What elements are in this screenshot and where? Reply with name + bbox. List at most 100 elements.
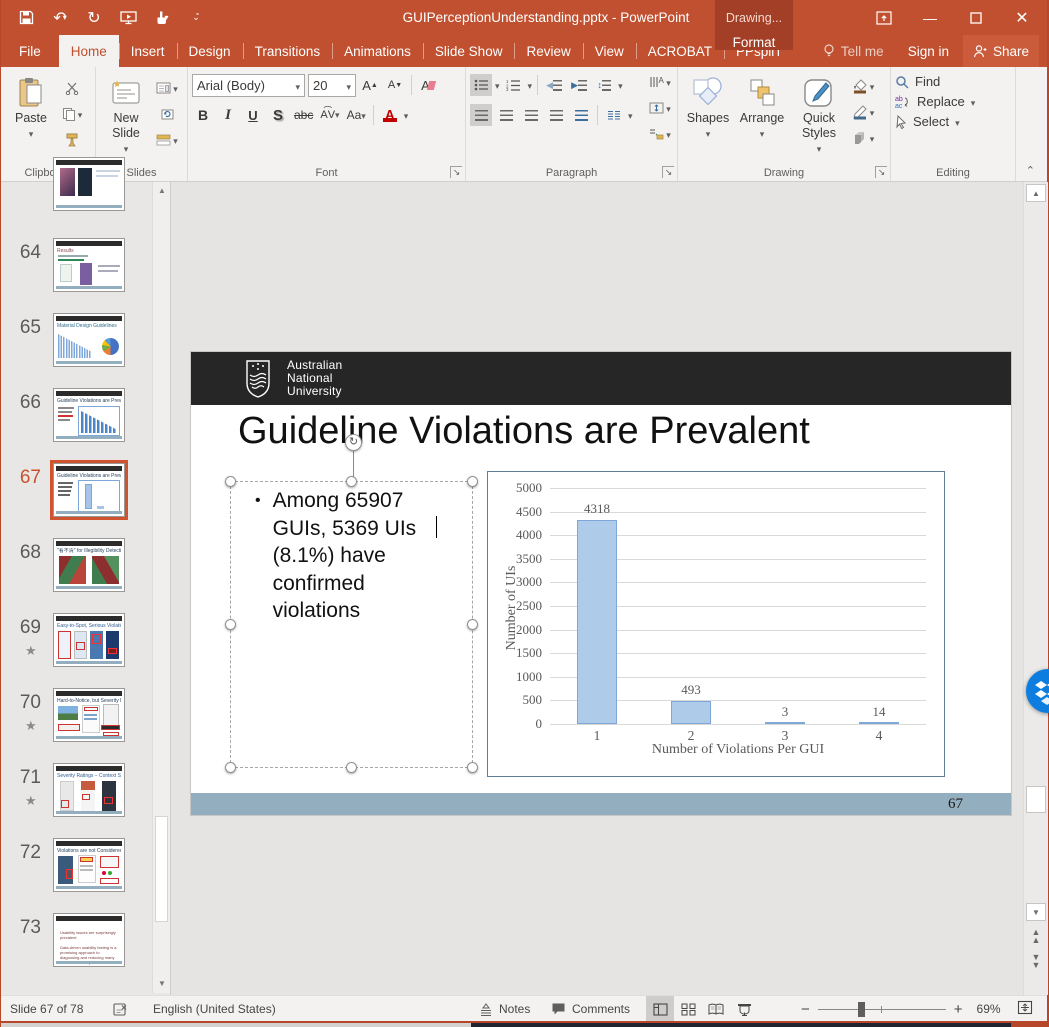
shape-outline-dropdown-icon[interactable] <box>870 103 875 121</box>
tell-me-box[interactable]: Tell me <box>813 35 894 67</box>
font-size-dropdown-icon[interactable] <box>346 78 351 93</box>
ribbon-display-options-icon[interactable] <box>861 0 907 35</box>
zoom-in-button[interactable]: + <box>954 1001 963 1018</box>
tab-file[interactable]: File <box>1 35 59 67</box>
font-color-button[interactable]: A <box>379 104 401 126</box>
resize-handle-top-right[interactable] <box>467 476 478 487</box>
collapse-ribbon-icon[interactable]: ⌃ <box>1026 164 1035 177</box>
thumbnail-slide-70[interactable]: 70★ Hard-to-Notice, but Severity Ratings… <box>1 688 147 764</box>
resize-handle-middle-left[interactable] <box>225 619 236 630</box>
section-button[interactable] <box>154 129 180 151</box>
tab-format[interactable]: Format <box>715 35 793 50</box>
thumbnail-slide-64[interactable]: 64★ Results <box>1 238 147 314</box>
tab-animations[interactable]: Animations <box>332 35 423 67</box>
replace-dropdown-icon[interactable] <box>971 94 976 109</box>
convert-smartart-button[interactable] <box>647 123 673 145</box>
section-dropdown-icon[interactable] <box>173 131 178 149</box>
fit-slide-to-window-icon[interactable] <box>1017 1000 1033 1018</box>
tab-acrobat[interactable]: ACROBAT <box>636 35 724 67</box>
thumbnail-scroll-down-icon[interactable]: ▼ <box>154 976 170 992</box>
shapes-dropdown-icon[interactable] <box>706 126 711 142</box>
font-dialog-launcher-icon[interactable]: ↘ <box>450 166 462 178</box>
thumbnail-slide-73[interactable]: 73★ Usability issues are surprisingly pr… <box>1 913 147 989</box>
resize-handle-bottom-left[interactable] <box>225 762 236 773</box>
layout-dropdown-icon[interactable] <box>173 79 178 97</box>
decrease-indent-button[interactable]: ◀ <box>543 74 565 96</box>
font-name-dropdown-icon[interactable] <box>295 78 300 93</box>
shape-fill-dropdown-icon[interactable] <box>870 77 875 95</box>
language-indicator[interactable]: English (United States) <box>153 996 276 1022</box>
layout-button[interactable] <box>154 77 180 99</box>
chart-bar[interactable] <box>577 520 617 724</box>
quick-styles-dropdown-icon[interactable] <box>817 141 822 157</box>
line-spacing-button[interactable]: ↕ <box>593 74 615 96</box>
thumbnail-slide-66[interactable]: 66★ Guideline Violations are Prevalent <box>1 388 147 464</box>
smartart-dropdown-icon[interactable] <box>666 125 671 143</box>
vertical-scrollbar[interactable]: ▲ ▼ ▲▲ ▼▼ <box>1023 182 1048 995</box>
bold-button[interactable]: B <box>192 104 214 126</box>
arrange-button[interactable]: Arrange <box>736 71 788 161</box>
chart-bar[interactable] <box>671 701 711 724</box>
tab-review[interactable]: Review <box>514 35 582 67</box>
arrange-dropdown-icon[interactable] <box>760 126 765 142</box>
align-text-dropdown-icon[interactable] <box>666 99 671 117</box>
bullets-button[interactable] <box>470 74 492 96</box>
distribute-button[interactable] <box>570 104 592 126</box>
thumbnail-scrollbar[interactable]: ▲ ▼ <box>152 182 170 993</box>
columns-button[interactable] <box>603 104 625 126</box>
rotate-handle[interactable]: ↻ <box>345 434 362 451</box>
shape-fill-button[interactable] <box>850 75 876 97</box>
shapes-button[interactable]: Shapes <box>682 71 734 161</box>
reading-view-button[interactable] <box>702 996 730 1022</box>
resize-handle-bottom-center[interactable] <box>346 762 357 773</box>
resize-handle-middle-right[interactable] <box>467 619 478 630</box>
sign-in-link[interactable]: Sign in <box>898 35 959 67</box>
new-slide-dropdown-icon[interactable] <box>124 141 129 157</box>
thumbnail-slide-67-selected[interactable]: 67★ Guideline Violations are Prevalent <box>1 463 147 539</box>
align-right-button[interactable] <box>520 104 542 126</box>
thumbnail-slide-71[interactable]: 71★ Severity Ratings – Context Sensitive <box>1 763 147 839</box>
resize-handle-bottom-right[interactable] <box>467 762 478 773</box>
thumbnail-slide-63[interactable] <box>1 183 147 212</box>
next-slide-button[interactable]: ▼▼ <box>1028 953 1044 969</box>
character-spacing-button[interactable]: A︠V︡ <box>318 104 341 126</box>
shape-outline-button[interactable] <box>850 101 876 123</box>
tab-slide-show[interactable]: Slide Show <box>423 35 515 67</box>
cut-button[interactable] <box>59 77 85 99</box>
tab-view[interactable]: View <box>583 35 636 67</box>
select-button[interactable]: Select <box>895 114 1013 129</box>
share-button[interactable]: Share <box>963 35 1039 67</box>
bullet-text[interactable]: • Among 65907 GUIs, 5369 UIs (8.1%) have… <box>255 487 455 625</box>
drawing-dialog-launcher-icon[interactable]: ↘ <box>875 166 887 178</box>
slide-show-view-button[interactable] <box>730 996 758 1022</box>
previous-slide-button[interactable]: ▲▲ <box>1028 928 1044 944</box>
zoom-level[interactable]: 69% <box>977 1002 1001 1016</box>
resize-handle-top-left[interactable] <box>225 476 236 487</box>
comments-button[interactable]: Comments <box>551 996 630 1022</box>
text-direction-button[interactable]: A <box>647 71 673 93</box>
customize-qat-icon[interactable]: ⌄̄ <box>181 4 211 32</box>
slide-sorter-view-button[interactable] <box>674 996 702 1022</box>
touch-mode-dropdown-icon[interactable]: ▾ <box>164 13 168 22</box>
zoom-slider-thumb[interactable] <box>858 1002 865 1017</box>
zoom-out-button[interactable]: − <box>801 1001 810 1018</box>
font-name-combo[interactable]: Arial (Body) <box>192 74 305 97</box>
notes-button[interactable]: Notes <box>479 996 530 1022</box>
select-dropdown-icon[interactable] <box>955 114 960 129</box>
reset-button[interactable] <box>154 103 180 125</box>
new-slide-button[interactable]: New Slide <box>100 71 152 161</box>
format-painter-button[interactable] <box>59 129 85 151</box>
italic-button[interactable]: I <box>217 104 239 126</box>
chart-bar[interactable] <box>765 722 805 724</box>
text-shadow-button[interactable]: S <box>267 104 289 126</box>
slide-editing-area[interactable]: Australian National University Guideline… <box>172 182 1023 995</box>
quick-styles-button[interactable]: Quick Styles <box>790 71 848 161</box>
text-direction-dropdown-icon[interactable] <box>666 73 671 91</box>
line-spacing-dropdown-icon[interactable] <box>618 76 623 94</box>
thumbnail-scroll-up-icon[interactable]: ▲ <box>154 183 170 199</box>
resize-handle-top-center[interactable] <box>346 476 357 487</box>
paste-button[interactable]: Paste <box>5 71 57 161</box>
redo-icon[interactable]: ↻ <box>79 4 109 32</box>
paste-dropdown-icon[interactable] <box>29 126 34 142</box>
copy-button[interactable] <box>59 103 85 125</box>
